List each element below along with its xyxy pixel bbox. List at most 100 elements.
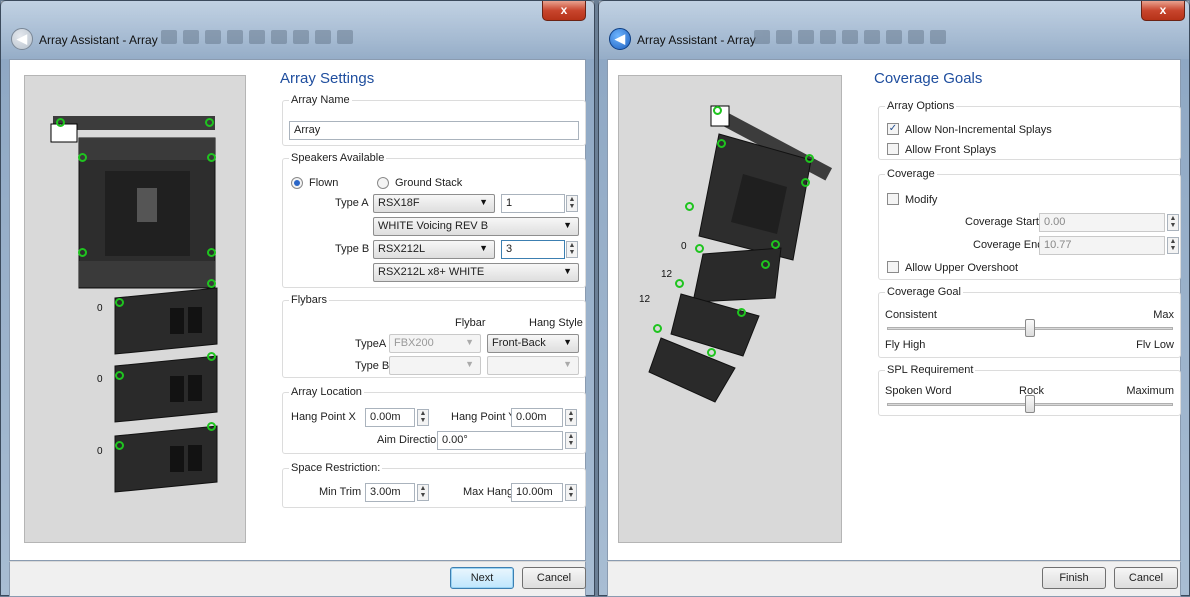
hang-style-column-header: Hang Style: [529, 317, 583, 329]
front-splays-checkbox[interactable]: [887, 143, 899, 155]
rig-handle[interactable]: [56, 118, 65, 127]
consistent-label: Consistent: [885, 309, 937, 321]
rig-handle[interactable]: [207, 153, 216, 162]
type-a-voicing-select[interactable]: WHITE Voicing REV B ▼: [373, 217, 579, 236]
chevron-down-icon: ▼: [479, 243, 488, 253]
group-label: Array Options: [885, 100, 957, 112]
chevron-down-icon: ▼: [563, 220, 572, 230]
array-preview-drawing: [50, 116, 218, 493]
aim-direction-stepper[interactable]: ▲ ▼: [565, 432, 577, 449]
space-restriction-group: Space Restriction: Min Trim 3.00m ▲ ▼ Max…: [282, 462, 586, 508]
title-bar: ◀ Array Assistant - Array: [1, 1, 594, 59]
rig-handle[interactable]: [115, 371, 124, 380]
rig-handle[interactable]: [115, 441, 124, 450]
rig-handle[interactable]: [801, 178, 810, 187]
group-label: Space Restriction:: [289, 462, 383, 474]
rig-handle[interactable]: [713, 106, 722, 115]
flown-radio[interactable]: [291, 177, 303, 189]
hang-style-type-b-select[interactable]: ▼: [487, 356, 579, 375]
rig-handle[interactable]: [78, 153, 87, 162]
type-a-model-select[interactable]: RSX18F ▼: [373, 194, 495, 213]
rig-handle[interactable]: [707, 348, 716, 357]
coverage-end-label: Coverage End: [973, 239, 1044, 251]
type-a-label: Type A: [335, 197, 369, 209]
coverage-goal-slider[interactable]: [1025, 319, 1035, 337]
hang-style-type-a-select[interactable]: Front-Back ▼: [487, 334, 579, 353]
next-button[interactable]: Next: [450, 567, 514, 589]
upper-overshoot-checkbox[interactable]: [887, 261, 899, 273]
rig-handle[interactable]: [717, 139, 726, 148]
max-hang-input[interactable]: 10.00m: [511, 483, 563, 502]
type-b-quantity-stepper[interactable]: ▲ ▼: [566, 241, 578, 258]
back-button[interactable]: ◀: [609, 28, 631, 50]
cancel-button[interactable]: Cancel: [1114, 567, 1178, 589]
modify-label: Modify: [905, 194, 938, 206]
rig-handle[interactable]: [207, 352, 216, 361]
rig-handle[interactable]: [653, 324, 662, 333]
rig-handle[interactable]: [207, 248, 216, 257]
rig-handle[interactable]: [695, 244, 704, 253]
hang-point-y-stepper[interactable]: ▲ ▼: [565, 409, 577, 426]
coverage-end-input[interactable]: 10.77: [1039, 236, 1165, 255]
hang-point-x-input[interactable]: 0.00m: [365, 408, 415, 427]
type-a-quantity-stepper[interactable]: ▲ ▼: [566, 195, 578, 212]
group-label: SPL Requirement: [885, 364, 976, 376]
spl-requirement-group: SPL Requirement Spoken Word Rock Maximum: [878, 364, 1181, 416]
flybar-type-a-select[interactable]: FBX200 ▼: [389, 334, 481, 353]
upper-overshoot-label: Allow Upper Overshoot: [905, 262, 1019, 274]
coverage-end-stepper[interactable]: ▲ ▼: [1167, 237, 1179, 254]
flybar-type-b-label: Type B: [355, 360, 390, 372]
finish-button[interactable]: Finish: [1042, 567, 1106, 589]
spoken-word-label: Spoken Word: [885, 385, 952, 397]
min-trim-input[interactable]: 3.00m: [365, 483, 415, 502]
splay-label: 0: [97, 303, 103, 314]
array-options-group: Array Options ✓ Allow Non-Incremental Sp…: [878, 100, 1181, 160]
flybars-group: Flybars Flybar Hang Style TypeA FBX200 ▼ …: [282, 294, 586, 378]
rig-handle[interactable]: [771, 240, 780, 249]
rig-handle[interactable]: [805, 154, 814, 163]
min-trim-stepper[interactable]: ▲ ▼: [417, 484, 429, 501]
splay-label: 12: [639, 294, 651, 305]
rig-handle[interactable]: [115, 298, 124, 307]
type-a-voicing-value: WHITE Voicing REV B: [378, 220, 489, 232]
cancel-button[interactable]: Cancel: [522, 567, 586, 589]
rig-handle[interactable]: [761, 260, 770, 269]
client-area: 0 12 12 Coverage Goals Array Options ✓ A…: [607, 59, 1181, 561]
ground-stack-radio[interactable]: [377, 177, 389, 189]
array-preview: 0 12 12: [618, 75, 842, 543]
flybar-type-b-select[interactable]: ▼: [389, 356, 481, 375]
type-b-model-select[interactable]: RSX212L ▼: [373, 240, 495, 259]
non-incremental-checkbox[interactable]: ✓: [887, 123, 899, 135]
flybar-tag: [50, 123, 78, 143]
type-b-voicing-select[interactable]: RSX212L x8+ WHITE ▼: [373, 263, 579, 282]
array-name-input[interactable]: Array: [289, 121, 579, 140]
coverage-start-input[interactable]: 0.00: [1039, 213, 1165, 232]
hang-point-x-stepper[interactable]: ▲ ▼: [417, 409, 429, 426]
splay-label: 0: [681, 241, 687, 252]
spl-slider[interactable]: [1025, 395, 1035, 413]
rig-handle[interactable]: [207, 422, 216, 431]
rig-handle[interactable]: [205, 118, 214, 127]
modify-checkbox[interactable]: [887, 193, 899, 205]
coverage-start-stepper[interactable]: ▲ ▼: [1167, 214, 1179, 231]
max-hang-stepper[interactable]: ▲ ▼: [565, 484, 577, 501]
close-button[interactable]: x: [542, 1, 586, 21]
window-title: Array Assistant - Array: [39, 33, 158, 47]
rig-handle[interactable]: [207, 279, 216, 288]
type-a-quantity-input[interactable]: 1: [501, 194, 565, 213]
rig-handle[interactable]: [675, 279, 684, 288]
background-toolbar-icons: [754, 30, 946, 44]
rig-handle[interactable]: [78, 248, 87, 257]
right-window: ◀ Array Assistant - Array x 0 12 12 Cove…: [598, 0, 1190, 597]
hang-point-y-input[interactable]: 0.00m: [511, 408, 563, 427]
chevron-down-icon: ▼: [563, 359, 572, 369]
window-title: Array Assistant - Array: [637, 33, 756, 47]
rig-handle[interactable]: [737, 308, 746, 317]
close-button[interactable]: x: [1141, 1, 1185, 21]
button-bar: Finish Cancel: [607, 561, 1181, 597]
back-button[interactable]: ◀: [11, 28, 33, 50]
title-bar: ◀ Array Assistant - Array: [599, 1, 1189, 59]
rig-handle[interactable]: [685, 202, 694, 211]
aim-direction-input[interactable]: 0.00°: [437, 431, 563, 450]
type-b-quantity-input[interactable]: 3: [501, 240, 565, 259]
